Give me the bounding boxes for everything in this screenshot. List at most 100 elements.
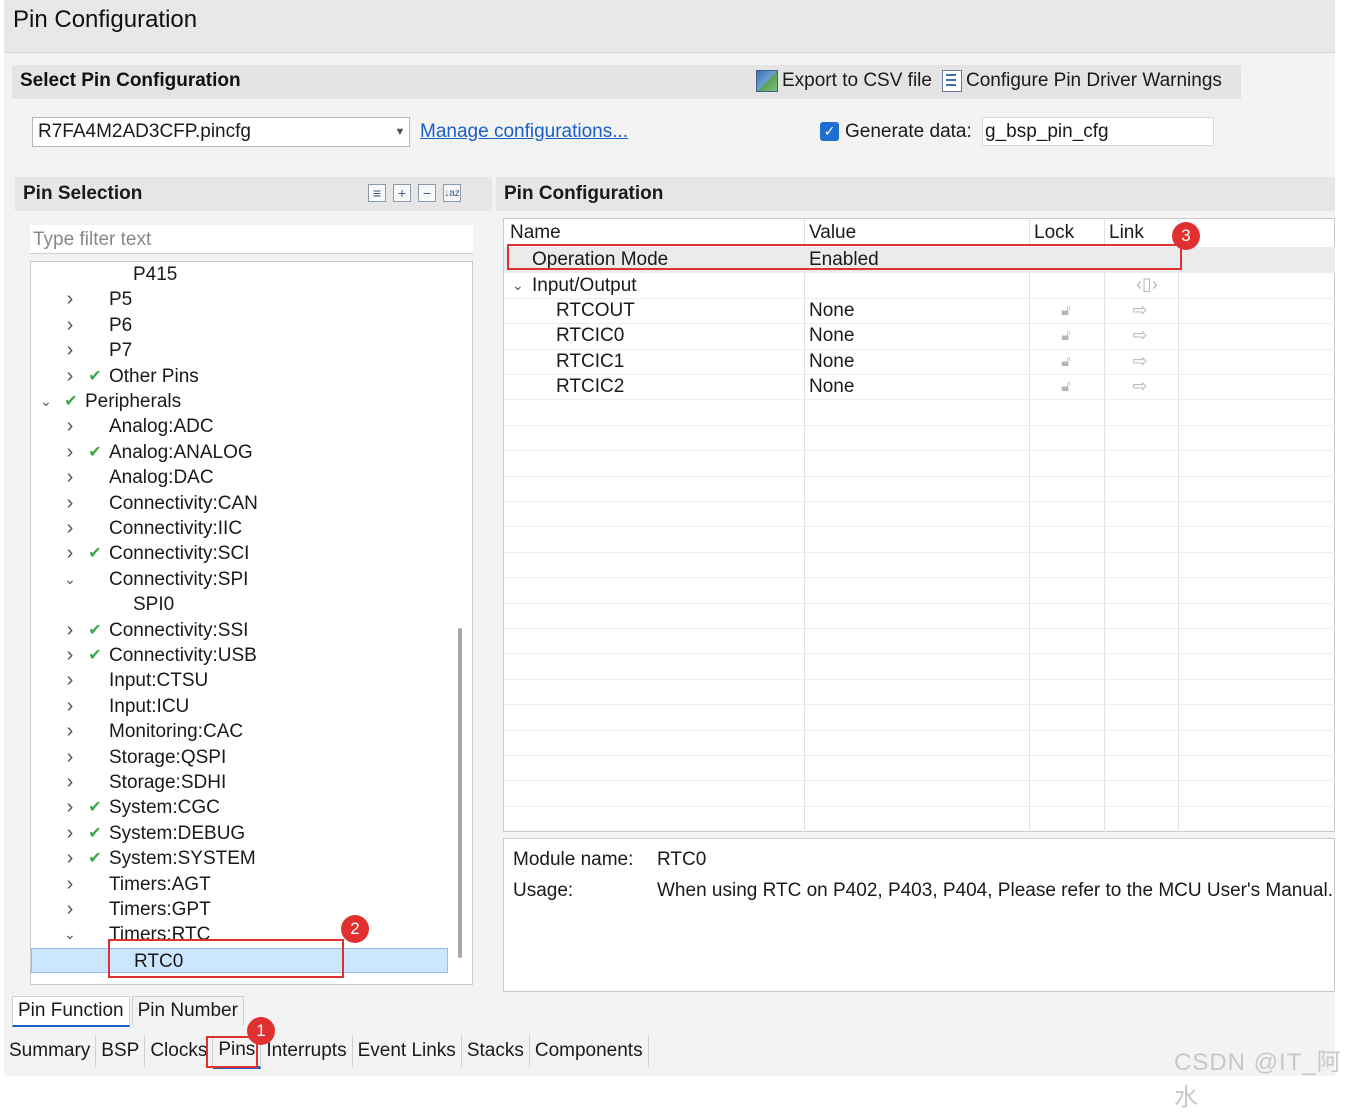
grid-row-divider (505, 628, 1335, 629)
pin-value[interactable]: None (809, 298, 854, 323)
collapse-all-icon[interactable]: − (418, 184, 436, 202)
tab-clocks[interactable]: Clocks (145, 1035, 214, 1067)
tree-item[interactable]: › P5 (31, 287, 451, 312)
chevron-right-icon[interactable]: › (63, 643, 77, 668)
tree-item[interactable]: › ✔ System:SYSTEM (31, 846, 451, 871)
column-header-link[interactable]: Link (1109, 222, 1144, 244)
tree-item[interactable]: ⌄ ✔ Peripherals (31, 389, 451, 414)
column-header-lock[interactable]: Lock (1034, 222, 1074, 244)
tree-item[interactable]: ⌄ Connectivity:SPI (31, 567, 451, 592)
chevron-right-icon[interactable]: › (63, 719, 77, 744)
chevron-right-icon[interactable]: › (63, 491, 77, 516)
chevron-down-icon[interactable]: ⌄ (63, 922, 77, 947)
tab-bsp[interactable]: BSP (96, 1035, 146, 1067)
chevron-right-icon[interactable]: › (63, 414, 77, 439)
chevron-down-icon[interactable]: ⌄ (39, 389, 53, 414)
chevron-down-icon[interactable]: ⌄ (512, 273, 524, 298)
tree-item[interactable]: › ✔ Analog:ANALOG (31, 440, 451, 465)
chevron-right-icon[interactable]: › (63, 846, 77, 871)
tab-stacks[interactable]: Stacks (462, 1035, 530, 1067)
tree-item[interactable]: › ✔ System:CGC (31, 795, 451, 820)
chevron-right-icon[interactable]: › (63, 440, 77, 465)
chevron-right-icon[interactable]: › (63, 694, 77, 719)
lock-icon[interactable]: 🔓︎ (1057, 353, 1075, 371)
pin-tree[interactable]: P415 › P5 › P6 › P7 › ✔ Other Pins ⌄ ✔ Peripherals › A… (30, 261, 473, 985)
tree-item[interactable]: › Timers:AGT (31, 872, 451, 897)
tab-interrupts[interactable]: Interrupts (261, 1035, 353, 1067)
tree-item[interactable]: › P6 (31, 313, 451, 338)
list-view-icon[interactable]: ≡ (368, 184, 386, 202)
link-arrow-icon[interactable]: ⇨ (1129, 326, 1151, 344)
lock-icon[interactable]: 🔓︎ (1057, 378, 1075, 396)
chevron-right-icon[interactable]: › (63, 795, 77, 820)
usage-value: When using RTC on P402, P403, P404, Plea… (657, 880, 1334, 901)
pin-row[interactable]: RTCOUT None 🔓︎ ⇨ (504, 298, 1335, 323)
chevron-right-icon[interactable]: › (63, 821, 77, 846)
tree-item[interactable]: › P7 (31, 338, 451, 363)
link-arrow-icon[interactable]: ⇨ (1129, 352, 1151, 370)
link-arrow-icon[interactable]: ⇨ (1129, 301, 1151, 319)
configure-warnings-button[interactable]: Configure Pin Driver Warnings (942, 70, 1222, 92)
tree-item[interactable]: › ✔ Connectivity:SCI (31, 541, 451, 566)
chevron-right-icon[interactable]: › (63, 770, 77, 795)
tree-item[interactable]: › ✔ System:DEBUG (31, 821, 451, 846)
chevron-right-icon[interactable]: › (63, 313, 77, 338)
chevron-right-icon[interactable]: › (63, 516, 77, 541)
chevron-right-icon[interactable]: › (63, 541, 77, 566)
chevron-down-icon[interactable]: ⌄ (63, 567, 77, 592)
pin-row[interactable]: RTCIC2 None 🔓︎ ⇨ (504, 374, 1335, 399)
tree-item[interactable]: › Timers:GPT (31, 897, 451, 922)
tree-item[interactable]: › Input:ICU (31, 694, 451, 719)
sort-alpha-icon[interactable]: ↓az (443, 184, 461, 202)
lock-icon[interactable]: 🔓︎ (1057, 327, 1075, 345)
column-header-name[interactable]: Name (510, 222, 561, 244)
tree-item[interactable]: › Analog:DAC (31, 465, 451, 490)
chevron-right-icon[interactable]: › (63, 364, 77, 389)
tree-item[interactable]: › Storage:SDHI (31, 770, 451, 795)
usage-label: Usage: (513, 880, 574, 901)
chevron-right-icon[interactable]: › (63, 897, 77, 922)
tree-item[interactable]: › Storage:QSPI (31, 745, 451, 770)
tree-item[interactable]: › ✔ Connectivity:SSI (31, 618, 451, 643)
lock-icon[interactable]: 🔓︎ (1057, 302, 1075, 320)
column-header-value[interactable]: Value (809, 222, 856, 244)
chevron-right-icon[interactable]: › (63, 668, 77, 693)
tab-pin-function[interactable]: Pin Function (12, 996, 130, 1027)
pin-row[interactable]: RTCIC0 None 🔓︎ ⇨ (504, 323, 1335, 348)
pin-value[interactable]: None (809, 349, 854, 374)
chevron-right-icon[interactable]: › (63, 287, 77, 312)
tab-components[interactable]: Components (530, 1035, 649, 1067)
pincfg-combo-value: R7FA4M2AD3CFP.pincfg (38, 121, 251, 142)
chevron-right-icon[interactable]: › (63, 338, 77, 363)
export-csv-button[interactable]: Export to CSV file (756, 70, 932, 92)
chevron-right-icon[interactable]: › (63, 745, 77, 770)
expand-all-icon[interactable]: + (393, 184, 411, 202)
tree-item-label: Timers:AGT (109, 873, 211, 895)
tree-item[interactable]: › Connectivity:IIC (31, 516, 451, 541)
tree-item[interactable]: SPI0 (31, 592, 451, 617)
generate-data-checkbox[interactable]: ✓ (820, 122, 839, 141)
tree-item[interactable]: › Connectivity:CAN (31, 491, 451, 516)
link-arrow-icon[interactable]: ⇨ (1129, 377, 1151, 395)
manage-configurations-link[interactable]: Manage configurations... (420, 121, 628, 143)
pin-value[interactable]: None (809, 323, 854, 348)
link-arrows-icon[interactable]: ‹▯› (1117, 275, 1177, 293)
tree-item[interactable]: P415 (31, 262, 451, 287)
tree-item[interactable]: › Input:CTSU (31, 668, 451, 693)
tab-event-links[interactable]: Event Links (353, 1035, 462, 1067)
tree-item[interactable]: › ✔ Connectivity:USB (31, 643, 451, 668)
input-output-group-row[interactable]: ⌄ Input/Output ‹▯› (504, 273, 1335, 298)
combo-dropdown-icon[interactable]: ▼ (391, 119, 409, 145)
tree-item[interactable]: › Monitoring:CAC (31, 719, 451, 744)
chevron-right-icon[interactable]: › (63, 872, 77, 897)
tab-pin-number[interactable]: Pin Number (131, 996, 244, 1025)
tree-scrollbar[interactable] (458, 628, 462, 958)
tree-item[interactable]: › ✔ Other Pins (31, 364, 451, 389)
tab-summary[interactable]: Summary (4, 1035, 97, 1067)
chevron-right-icon[interactable]: › (63, 618, 77, 643)
tree-item[interactable]: › Analog:ADC (31, 414, 451, 439)
chevron-right-icon[interactable]: › (63, 465, 77, 490)
pin-row[interactable]: RTCIC1 None 🔓︎ ⇨ (504, 349, 1335, 374)
generate-data-label: Generate data: (845, 121, 972, 142)
pin-value[interactable]: None (809, 374, 854, 399)
